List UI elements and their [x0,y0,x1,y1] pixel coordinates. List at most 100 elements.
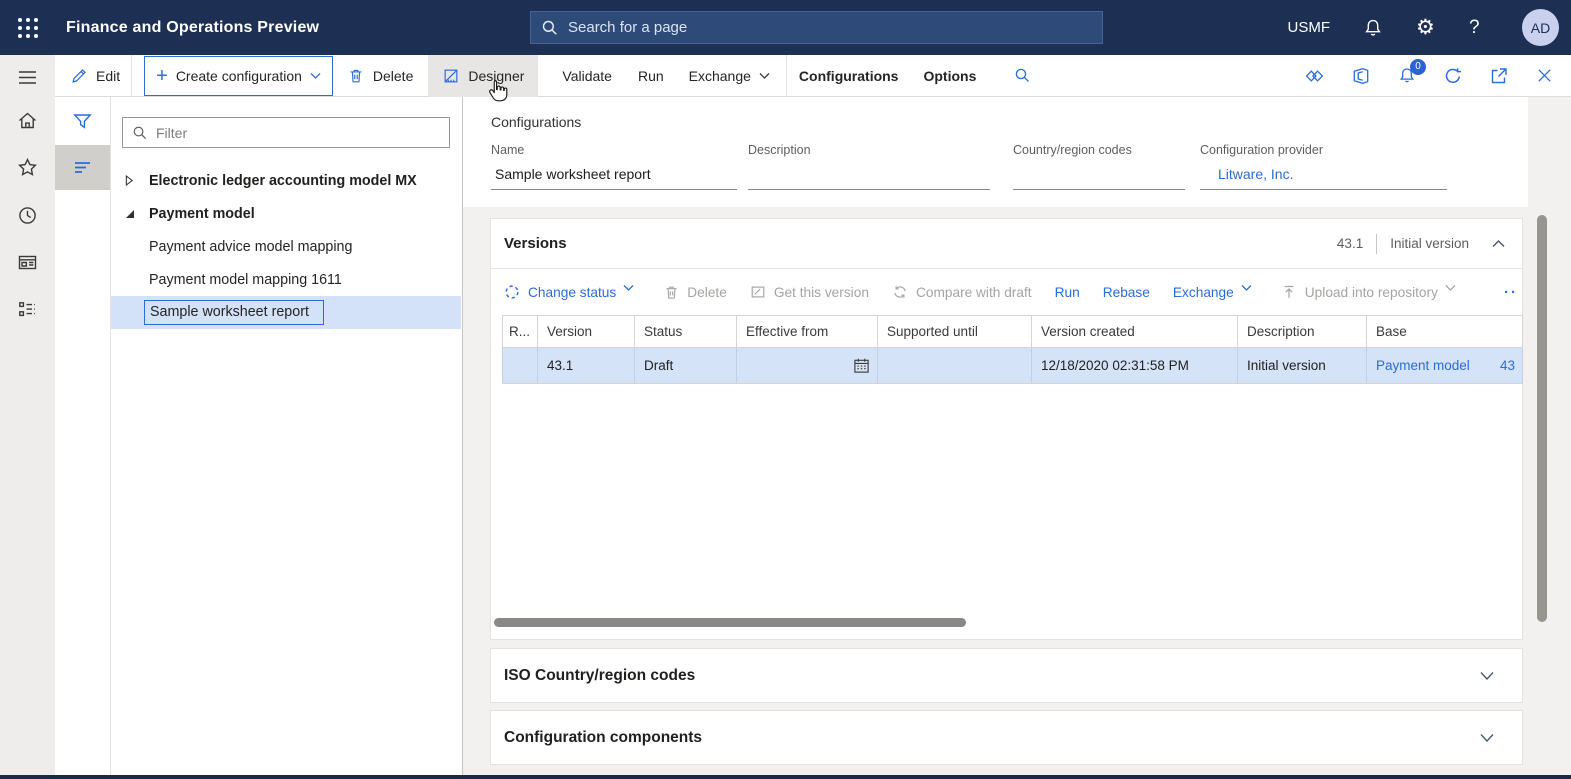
calendar-icon[interactable] [853,357,870,374]
name-value[interactable]: Sample worksheet report [491,166,737,190]
upload-into-repository-button[interactable]: Upload into repository [1281,284,1462,301]
validate-label: Validate [562,67,612,84]
tree-list-icon[interactable] [72,157,93,178]
col-description[interactable]: Description [1237,315,1367,348]
tree-item-payment-model[interactable]: Payment model [111,197,461,230]
country-region-codes-value[interactable] [1013,166,1185,190]
iso-country-region-codes-section[interactable]: ISO Country/region codes [490,648,1523,703]
configuration-components-section[interactable]: Configuration components [490,710,1523,765]
home-icon[interactable] [17,110,38,131]
col-record[interactable]: R... [502,315,538,348]
search-input[interactable] [568,19,1092,36]
collapsed-arrow-icon[interactable] [125,175,138,186]
notifications-icon[interactable]: 0 [1397,58,1426,86]
actionbar-search-icon[interactable] [1014,67,1031,84]
country-region-codes-label: Country/region codes [1013,143,1132,157]
create-configuration-button[interactable]: + Create configuration [144,55,333,96]
recent-clock-icon[interactable] [17,205,38,226]
waffle-icon[interactable] [15,15,41,41]
col-status[interactable]: Status [634,315,737,348]
divider [131,54,133,97]
col-version[interactable]: Version [537,315,635,348]
compare-with-draft-button[interactable]: Compare with draft [892,284,1032,301]
base-cell[interactable]: Payment model 43 [1366,347,1523,384]
tab-configurations[interactable]: Configurations [799,68,899,84]
description-value[interactable] [748,166,990,190]
version-delete-button[interactable]: Delete [663,284,727,301]
exchange-button[interactable]: Exchange [689,68,770,84]
designer-button[interactable]: Designer [428,54,539,97]
version-cell[interactable]: 43.1 [537,347,635,384]
power-apps-icon[interactable] [1305,66,1325,86]
configuration-provider-link[interactable]: Litware, Inc. [1200,166,1447,190]
versions-header[interactable]: Versions 43.1 Initial version [491,219,1522,269]
supported-until-cell[interactable] [877,347,1032,384]
version-created-cell[interactable]: 12/18/2020 02:31:58 PM [1031,347,1238,384]
vertical-scrollbar[interactable] [1537,215,1547,622]
company-selector[interactable]: USMF [1288,19,1331,36]
tree-item-label: Sample worksheet report [144,300,324,325]
tree-filter-box[interactable] [122,117,450,148]
options-button[interactable]: Options [923,68,976,84]
workspaces-icon[interactable] [17,252,38,273]
favorites-star-icon[interactable] [17,157,38,178]
tree-item-payment-model-mapping-1611[interactable]: Payment model mapping 1611 [111,263,461,296]
version-row-selected[interactable]: 43.1 Draft 12/18/2020 02:31:58 PM Initia… [502,347,1523,384]
open-in-new-window-icon[interactable] [1489,66,1509,86]
effective-from-cell[interactable] [736,347,878,384]
versions-title: Versions [504,235,567,252]
rebase-label: Rebase [1102,284,1150,300]
finance-operations-app: { "topbar": { "title": "Finance and Oper… [0,0,1571,779]
edit-label: Edit [96,67,121,84]
help-icon[interactable]: ? [1469,17,1489,38]
delete-button[interactable]: Delete [347,67,413,85]
version-run-button[interactable]: Run [1055,285,1080,300]
filter-funnel-icon[interactable] [72,111,93,132]
create-configuration-label: Create configuration [175,67,302,84]
app-title: Finance and Operations Preview [66,18,320,36]
rebase-button[interactable]: Rebase [1103,285,1150,300]
col-base[interactable]: Base [1366,315,1523,348]
search-icon [541,19,559,37]
trash-icon [663,284,680,301]
get-this-version-button[interactable]: Get this version [750,284,869,301]
description-cell[interactable]: Initial version [1237,347,1367,384]
validate-button[interactable]: Validate [562,68,612,84]
col-version-created[interactable]: Version created [1031,315,1238,348]
col-effective-from[interactable]: Effective from [736,315,878,348]
page-search-box[interactable] [530,11,1103,44]
avatar[interactable]: AD [1522,9,1559,46]
left-navigation-rail [0,55,55,775]
menu-icon[interactable] [17,67,38,88]
get-this-version-label: Get this version [773,284,869,300]
versions-toolbar: Change status Delete Get this version Co… [491,269,1522,315]
office-icon[interactable] [1351,66,1371,86]
more-commands-button[interactable]: ·· [1504,284,1518,301]
run-button[interactable]: Run [638,68,664,84]
tree-item-electronic-ledger[interactable]: Electronic ledger accounting model MX [111,164,461,197]
gear-icon[interactable]: ⚙ [1416,17,1436,38]
tree-filter-input[interactable] [156,124,440,141]
edit-button[interactable]: Edit [70,67,120,85]
tree-item-payment-advice-model-mapping[interactable]: Payment advice model mapping [111,230,461,263]
close-icon[interactable] [1535,66,1555,86]
chevron-down-icon[interactable] [1480,671,1494,681]
base-link[interactable]: Payment model [1376,358,1470,373]
chevron-up-icon[interactable] [1492,239,1505,248]
horizontal-scrollbar[interactable] [494,618,966,627]
chevron-down-icon[interactable] [1480,733,1494,743]
row-selector-cell[interactable] [502,347,538,384]
col-supported-until[interactable]: Supported until [877,315,1032,348]
bell-icon[interactable] [1363,18,1383,38]
version-exchange-button[interactable]: Exchange [1173,284,1258,301]
page-header-section: Configurations Name Sample worksheet rep… [463,97,1528,207]
tree-item-label: Payment model [149,205,255,222]
versions-summary: 43.1 Initial version [1337,233,1505,254]
navpane-tool-column [55,97,111,775]
status-cell[interactable]: Draft [634,347,737,384]
modules-icon[interactable] [17,299,38,320]
change-status-button[interactable]: Change status [504,284,640,301]
expanded-arrow-icon[interactable] [125,209,138,219]
tree-item-sample-worksheet-report[interactable]: Sample worksheet report [111,296,461,329]
refresh-icon[interactable] [1443,66,1463,86]
